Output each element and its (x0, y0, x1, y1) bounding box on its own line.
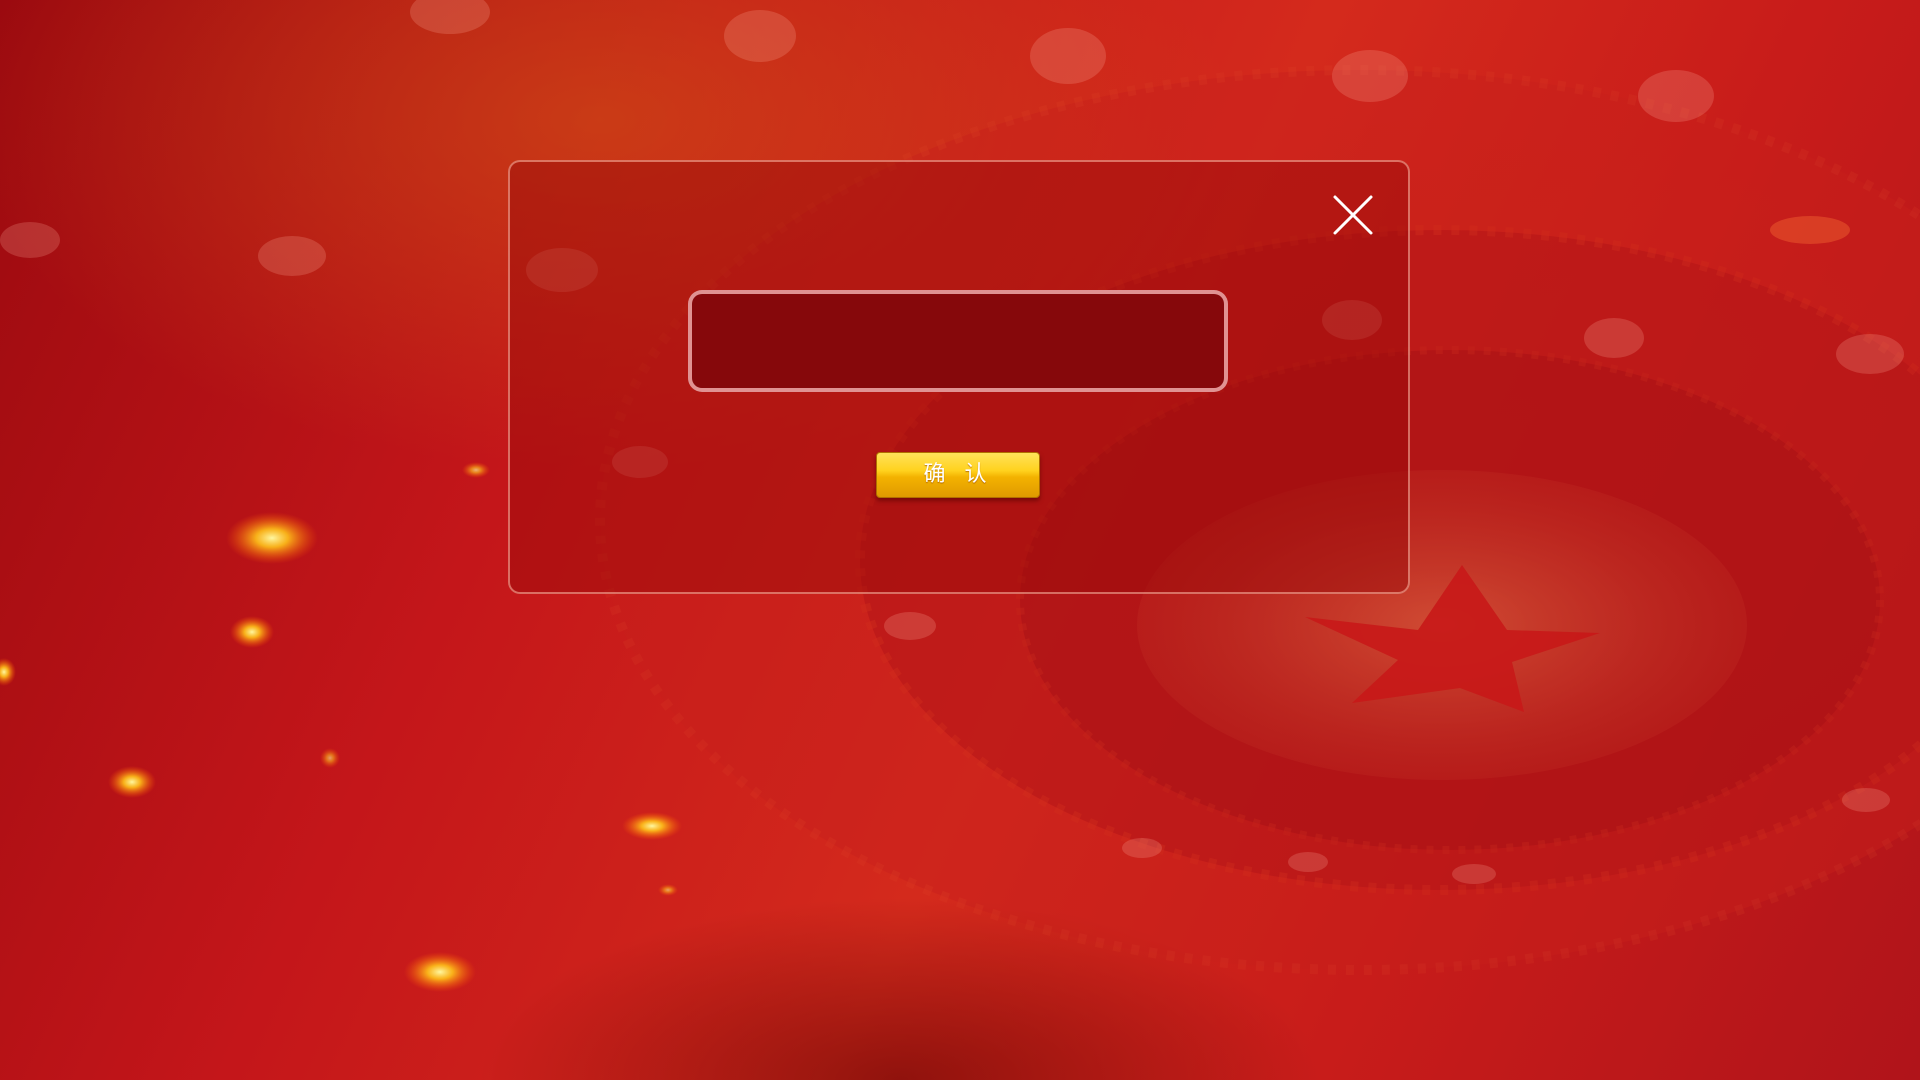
close-icon (1333, 195, 1373, 235)
close-button[interactable] (1330, 192, 1376, 238)
text-input[interactable] (688, 290, 1228, 392)
confirm-button[interactable]: 确 认 (876, 452, 1040, 498)
input-dialog: 确 认 (508, 160, 1410, 594)
